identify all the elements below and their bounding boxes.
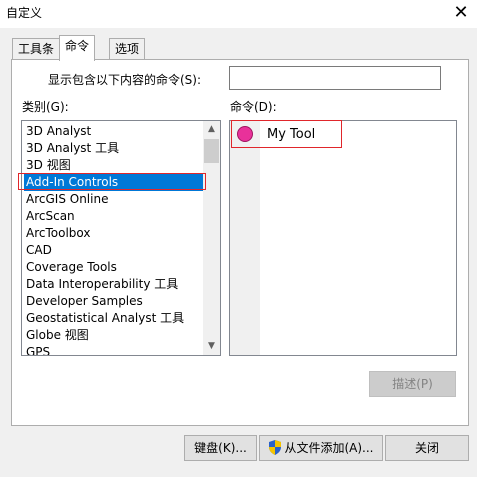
close-button[interactable]: 关闭 — [385, 435, 469, 461]
categories-label: 类别(G): — [22, 100, 69, 114]
command-highlight-box — [231, 120, 342, 148]
icon-column — [230, 121, 260, 355]
list-item[interactable]: ArcToolbox — [24, 225, 204, 242]
list-item[interactable]: Globe 视图 — [24, 327, 204, 344]
title-bar: 自定义 ✕ — [0, 0, 477, 28]
list-item[interactable]: 3D Analyst — [24, 123, 204, 140]
list-item[interactable]: CAD — [24, 242, 204, 259]
add-from-file-button[interactable]: 从文件添加(A)... — [259, 435, 383, 461]
commands-list[interactable]: My Tool — [229, 120, 457, 356]
list-item[interactable]: ArcGIS Online — [24, 191, 204, 208]
keyboard-button[interactable]: 键盘(K)... — [184, 435, 257, 461]
window-title: 自定义 — [6, 6, 43, 20]
categories-list[interactable]: 3D Analyst 3D Analyst 工具 3D 视图 Add-In Co… — [21, 120, 221, 356]
list-item[interactable]: 3D 视图 — [24, 157, 204, 174]
categories-scrollbar[interactable]: ▲ ▼ — [203, 121, 220, 355]
tab-toolbars[interactable]: 工具条 — [12, 38, 61, 60]
filter-input[interactable] — [229, 66, 441, 90]
list-item[interactable]: Developer Samples — [24, 293, 204, 310]
list-item[interactable]: Coverage Tools — [24, 259, 204, 276]
commands-label: 命令(D): — [230, 100, 277, 114]
list-item[interactable]: ArcScan — [24, 208, 204, 225]
filter-label: 显示包含以下内容的命令(S): — [48, 73, 202, 87]
list-item[interactable]: 3D Analyst 工具 — [24, 140, 204, 157]
list-item[interactable]: Geostatistical Analyst 工具 — [24, 310, 204, 327]
tab-commands[interactable]: 命令 — [59, 35, 96, 61]
chevron-up-icon[interactable]: ▲ — [203, 121, 220, 138]
selection-highlight-box — [18, 173, 206, 190]
add-from-file-label: 从文件添加(A)... — [284, 441, 374, 455]
customize-dialog: 自定义 ✕ 工具条 命令 选项 显示包含以下内容的命令(S): 类别(G): 命… — [0, 0, 477, 477]
tab-options[interactable]: 选项 — [109, 38, 146, 60]
list-item[interactable]: GPS — [24, 344, 204, 355]
describe-button[interactable]: 描述(P) — [369, 371, 456, 397]
scrollbar-thumb[interactable] — [204, 139, 219, 163]
shield-icon — [269, 440, 282, 455]
close-icon[interactable]: ✕ — [446, 1, 476, 25]
list-item[interactable]: Data Interoperability 工具 — [24, 276, 204, 293]
chevron-down-icon[interactable]: ▼ — [203, 338, 220, 355]
